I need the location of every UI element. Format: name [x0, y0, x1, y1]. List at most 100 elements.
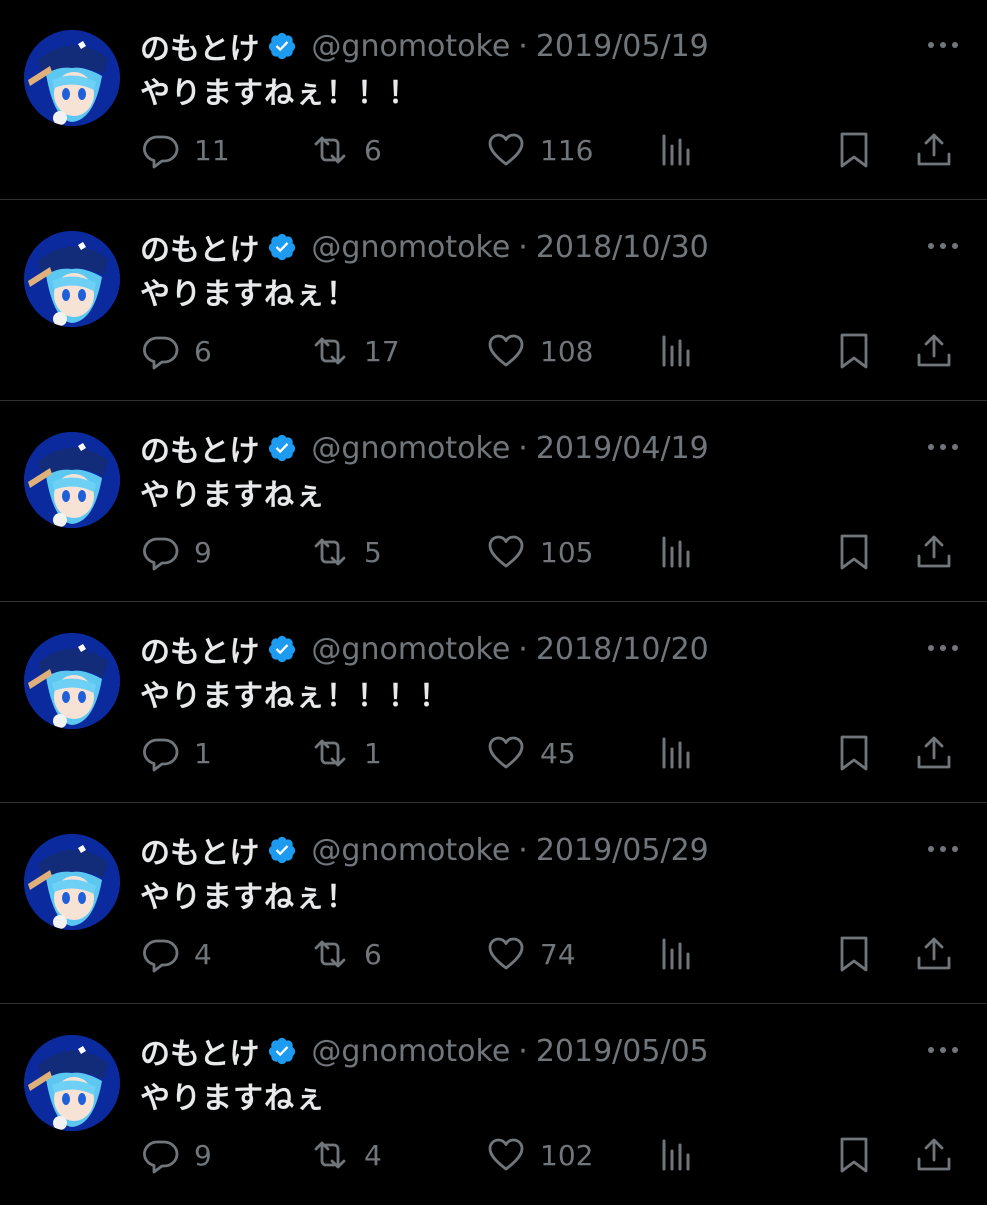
share-button[interactable] [914, 530, 954, 574]
display-name[interactable]: のもとけ [140, 24, 259, 68]
bar-chart-icon [662, 536, 690, 568]
tweet-item[interactable]: のもとけ @gnomotoke · 2019/05/05 やりますねぇ 9 4 … [0, 1005, 987, 1205]
avatar[interactable] [24, 432, 120, 528]
reply-count: 4 [194, 937, 212, 971]
avatar[interactable] [24, 1035, 120, 1131]
retweet-arrows-icon [314, 1141, 346, 1169]
tweet-header: のもとけ @gnomotoke · 2018/10/30 [140, 225, 709, 269]
more-dots-icon[interactable] [925, 834, 961, 864]
user-handle[interactable]: @gnomotoke [311, 230, 510, 265]
views-button[interactable] [658, 128, 698, 172]
retweet-arrows-icon [314, 940, 346, 968]
share-upload-icon [917, 334, 951, 367]
reply-button[interactable]: 11 [140, 128, 230, 172]
display-name[interactable]: のもとけ [140, 426, 259, 470]
avatar[interactable] [24, 231, 120, 327]
user-handle[interactable]: @gnomotoke [311, 1034, 510, 1069]
retweet-button[interactable]: 17 [310, 329, 400, 373]
tweet-date[interactable]: 2018/10/30 [536, 230, 709, 265]
reply-button[interactable]: 4 [140, 932, 212, 976]
like-button[interactable]: 74 [486, 932, 576, 976]
more-dots-icon[interactable] [925, 432, 961, 462]
heart-icon [488, 1138, 524, 1171]
display-name[interactable]: のもとけ [140, 828, 259, 872]
reply-button[interactable]: 9 [140, 530, 212, 574]
bar-chart-icon [662, 737, 690, 769]
reply-bubble-icon [143, 738, 179, 772]
avatar[interactable] [24, 834, 120, 930]
avatar[interactable] [24, 30, 120, 126]
reply-bubble-icon [143, 939, 179, 973]
tweet-date[interactable]: 2019/05/29 [536, 833, 709, 868]
views-button[interactable] [658, 731, 698, 775]
bookmark-button[interactable] [834, 1133, 874, 1177]
like-count: 45 [540, 736, 576, 770]
reply-button[interactable]: 9 [140, 1133, 212, 1177]
tweet-date[interactable]: 2019/05/19 [536, 29, 709, 64]
retweet-arrows-icon [314, 538, 346, 566]
like-button[interactable]: 102 [486, 1133, 593, 1177]
views-button[interactable] [658, 530, 698, 574]
more-dots-icon[interactable] [925, 231, 961, 261]
like-button[interactable]: 105 [486, 530, 593, 574]
bookmark-button[interactable] [834, 329, 874, 373]
tweet-text: やりますねぇ [140, 478, 326, 513]
display-name[interactable]: のもとけ [140, 225, 259, 269]
separator-dot: · [518, 28, 528, 64]
like-button[interactable]: 45 [486, 731, 576, 775]
avatar[interactable] [24, 633, 120, 729]
retweet-button[interactable]: 4 [310, 1133, 382, 1177]
user-handle[interactable]: @gnomotoke [311, 833, 510, 868]
share-button[interactable] [914, 1133, 954, 1177]
tweet-actions: 4 6 74 [140, 932, 960, 976]
retweet-button[interactable]: 6 [310, 932, 382, 976]
retweet-count: 1 [364, 736, 382, 770]
reply-button[interactable]: 1 [140, 731, 212, 775]
user-handle[interactable]: @gnomotoke [311, 632, 510, 667]
heart-icon [488, 133, 524, 166]
views-button[interactable] [658, 329, 698, 373]
retweet-button[interactable]: 5 [310, 530, 382, 574]
reply-bubble-icon [143, 537, 179, 571]
user-handle[interactable]: @gnomotoke [311, 431, 510, 466]
display-name[interactable]: のもとけ [140, 1029, 259, 1073]
retweet-button[interactable]: 1 [310, 731, 382, 775]
more-dots-icon[interactable] [925, 1035, 961, 1065]
share-button[interactable] [914, 329, 954, 373]
tweet-item[interactable]: のもとけ @gnomotoke · 2018/10/30 やりますねぇ！ 6 1… [0, 201, 987, 401]
user-handle[interactable]: @gnomotoke [311, 29, 510, 64]
share-button[interactable] [914, 932, 954, 976]
tweet-date[interactable]: 2019/04/19 [536, 431, 709, 466]
tweet-item[interactable]: のもとけ @gnomotoke · 2019/04/19 やりますねぇ 9 5 … [0, 402, 987, 602]
separator-dot: · [518, 631, 528, 667]
like-button[interactable]: 108 [486, 329, 593, 373]
verified-badge-icon [269, 1037, 296, 1065]
reply-button[interactable]: 6 [140, 329, 212, 373]
share-button[interactable] [914, 731, 954, 775]
tweet-item[interactable]: のもとけ @gnomotoke · 2018/10/20 やりますねぇ！！！！ … [0, 603, 987, 803]
retweet-button[interactable]: 6 [310, 128, 382, 172]
share-button[interactable] [914, 128, 954, 172]
bookmark-icon [840, 1137, 868, 1173]
bookmark-button[interactable] [834, 128, 874, 172]
views-button[interactable] [658, 1133, 698, 1177]
tweet-date[interactable]: 2019/05/05 [536, 1034, 709, 1069]
views-button[interactable] [658, 932, 698, 976]
tweet-date[interactable]: 2018/10/20 [536, 632, 709, 667]
bookmark-button[interactable] [834, 932, 874, 976]
share-upload-icon [917, 736, 951, 769]
more-dots-icon[interactable] [925, 30, 961, 60]
reply-count: 6 [194, 334, 212, 368]
tweet-header: のもとけ @gnomotoke · 2019/05/19 [140, 24, 709, 68]
more-dots-icon[interactable] [925, 633, 961, 663]
share-upload-icon [917, 1138, 951, 1171]
bookmark-button[interactable] [834, 731, 874, 775]
tweet-item[interactable]: のもとけ @gnomotoke · 2019/05/29 やりますねぇ！ 4 6… [0, 804, 987, 1004]
like-button[interactable]: 116 [486, 128, 593, 172]
retweet-arrows-icon [314, 337, 346, 365]
tweet-item[interactable]: のもとけ @gnomotoke · 2019/05/19 やりますねぇ！！！ 1… [0, 0, 987, 200]
display-name[interactable]: のもとけ [140, 627, 259, 671]
bookmark-button[interactable] [834, 530, 874, 574]
reply-count: 9 [194, 1138, 212, 1172]
like-count: 105 [540, 535, 594, 569]
